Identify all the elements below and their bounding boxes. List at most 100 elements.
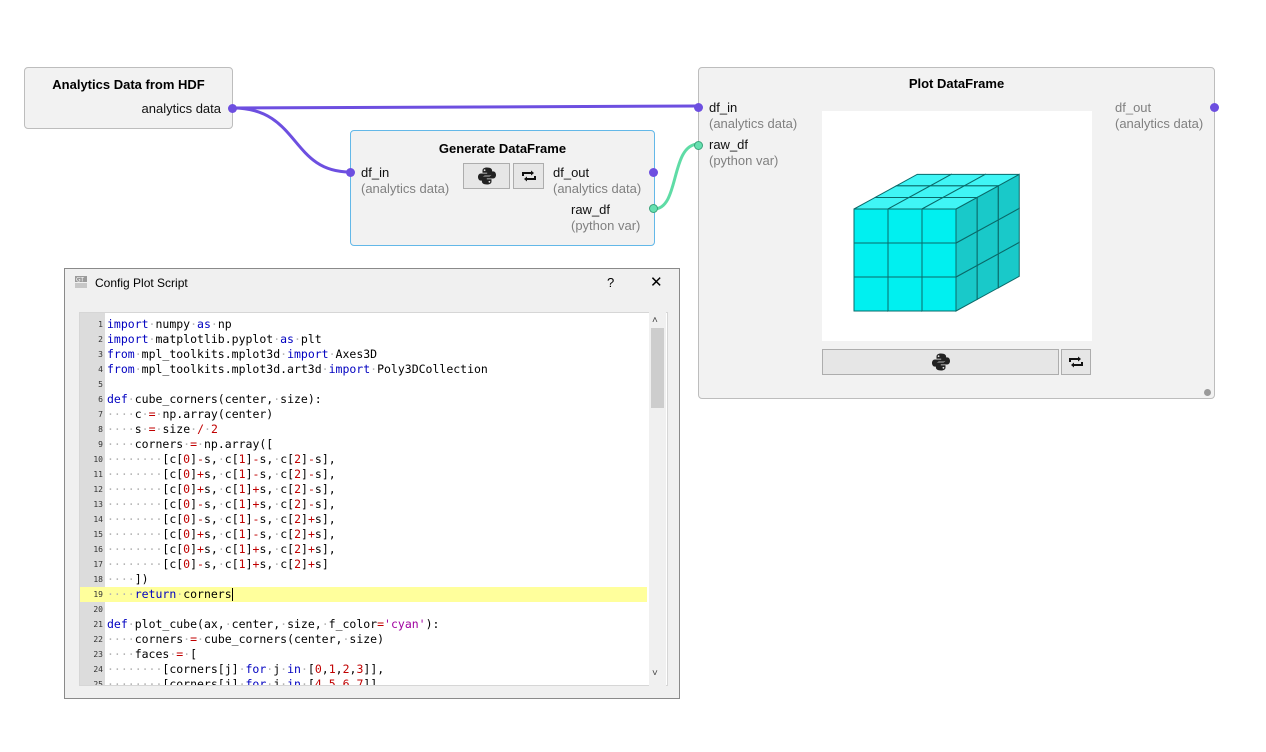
- code-line[interactable]: 2 import·matplotlib.pyplot·as·plt: [80, 332, 647, 347]
- line-number: 12: [93, 485, 103, 494]
- line-number: 24: [93, 665, 103, 674]
- app-icon: GT: [74, 275, 88, 289]
- generate-dataframe-node[interactable]: Generate DataFrame df_in (analytics data…: [346, 130, 658, 246]
- code-line[interactable]: 5: [80, 377, 647, 392]
- line-number: 9: [98, 440, 103, 449]
- code-line[interactable]: 19 ····return·corners: [80, 587, 647, 602]
- line-number: 14: [93, 515, 103, 524]
- plot-node-title: Plot DataFrame: [908, 76, 1005, 91]
- code-line[interactable]: 13 ········[c[0]-s,·c[1]+s,·c[2]-s],: [80, 497, 647, 512]
- plot-output-port[interactable]: [1210, 103, 1219, 112]
- analytics-data-node[interactable]: Analytics Data from HDF analytics data: [24, 67, 237, 129]
- wire-analytics-to-plot: [232, 104, 699, 110]
- generate-output-port[interactable]: [649, 168, 658, 177]
- refresh-icon: [1069, 356, 1083, 368]
- plot-python-button[interactable]: [822, 349, 1059, 375]
- code-line[interactable]: 3 from·mpl_toolkits.mplot3d·import·Axes3D: [80, 347, 647, 362]
- code-line[interactable]: 17 ········[c[0]-s,·c[1]+s,·c[2]+s]: [80, 557, 647, 572]
- line-number: 15: [93, 530, 103, 539]
- config-plot-script-dialog[interactable]: GT Config Plot Script ? ✕ 1 import·numpy·…: [64, 268, 680, 699]
- code-text: import·matplotlib.pyplot·as·plt: [107, 332, 322, 346]
- line-number: 20: [93, 605, 103, 614]
- cube-face: [921, 208, 957, 244]
- code-line[interactable]: 4 from·mpl_toolkits.mplot3d.art3d·import·…: [80, 362, 647, 377]
- line-number: 3: [98, 350, 103, 359]
- code-text: ····s·=·size·/·2: [107, 422, 218, 436]
- generate-in-label: df_in: [361, 165, 390, 180]
- generate-raw-type: (python var): [571, 218, 641, 233]
- plot-out-label: df_out: [1115, 100, 1152, 115]
- plot-input-port-df[interactable]: [694, 103, 703, 112]
- generate-input-port[interactable]: [346, 168, 355, 177]
- code-line[interactable]: 6 def·cube_corners(center,·size):: [80, 392, 647, 407]
- scroll-up-arrow[interactable]: ˄: [652, 315, 658, 326]
- code-line[interactable]: 14 ········[c[0]-s,·c[1]-s,·c[2]+s],: [80, 512, 647, 527]
- plot-in1-label: df_in: [709, 100, 738, 115]
- code-line[interactable]: 1 import·numpy·as·np: [80, 317, 647, 332]
- code-line[interactable]: 9 ····corners·=·np.array([: [80, 437, 647, 452]
- analytics-output-port[interactable]: [228, 104, 237, 113]
- code-line[interactable]: 12 ········[c[0]+s,·c[1]+s,·c[2]-s],: [80, 482, 647, 497]
- close-button[interactable]: ✕: [650, 273, 663, 291]
- code-text: ····c·=·np.array(center): [107, 407, 274, 421]
- code-text: ········[c[0]-s,·c[1]+s,·c[2]-s],: [107, 497, 336, 511]
- line-number: 10: [93, 455, 103, 464]
- cube-face: [921, 276, 957, 312]
- code-text: ····return·corners: [107, 587, 233, 601]
- line-number: 21: [93, 620, 103, 629]
- code-text: ····corners·=·np.array([: [107, 437, 274, 451]
- scroll-down-arrow[interactable]: ˅: [652, 668, 658, 679]
- generate-node-title: Generate DataFrame: [438, 141, 567, 156]
- code-line[interactable]: 7 ····c·=·np.array(center): [80, 407, 647, 422]
- line-number: 8: [98, 425, 103, 434]
- generate-python-button[interactable]: [463, 163, 510, 189]
- code-line[interactable]: 24 ········[corners[j]·for·j·in·[0,1,2,3]…: [80, 662, 647, 677]
- code-line[interactable]: 15 ········[c[0]+s,·c[1]-s,·c[2]+s],: [80, 527, 647, 542]
- code-line[interactable]: 22 ····corners·=·cube_corners(center,·siz…: [80, 632, 647, 647]
- vertical-scrollbar[interactable]: ˄ ˅: [649, 312, 666, 686]
- analytics-node-title: Analytics Data from HDF: [52, 77, 205, 92]
- code-line[interactable]: 10 ········[c[0]-s,·c[1]-s,·c[2]-s],: [80, 452, 647, 467]
- generate-refresh-button[interactable]: [513, 163, 544, 189]
- code-line[interactable]: 25 ········[corners[j]·for·j·in·[4,5,6,7]…: [80, 677, 647, 686]
- code-text: ········[corners[j]·for·j·in·[4,5,6,7]],: [107, 677, 385, 686]
- line-number: 5: [98, 380, 103, 389]
- cube-face: [921, 242, 957, 278]
- line-number: 4: [98, 365, 103, 374]
- code-text: import·numpy·as·np: [107, 317, 232, 331]
- cube-face: [853, 208, 889, 244]
- line-number: 7: [98, 410, 103, 419]
- code-line[interactable]: 21 def·plot_cube(ax,·center,·size,·f_colo…: [80, 617, 647, 632]
- cube-face: [887, 208, 923, 244]
- code-text: ····corners·=·cube_corners(center,·size): [107, 632, 385, 646]
- cube-plot: [853, 173, 1020, 312]
- cube-face: [853, 242, 889, 278]
- cube-face: [887, 276, 923, 312]
- scroll-thumb[interactable]: [651, 328, 664, 408]
- code-text: ····faces·=·[: [107, 647, 198, 661]
- code-text: from·mpl_toolkits.mplot3d.art3d·import·P…: [107, 362, 488, 376]
- plot-in2-label: raw_df: [709, 137, 749, 152]
- code-line[interactable]: 20: [80, 602, 647, 617]
- generate-raw-output-port[interactable]: [649, 204, 658, 213]
- generate-out-type: (analytics data): [553, 181, 642, 196]
- code-line[interactable]: 11 ········[c[0]+s,·c[1]-s,·c[2]-s],: [80, 467, 647, 482]
- help-button[interactable]: ?: [607, 275, 614, 290]
- code-line[interactable]: 23 ····faces·=·[: [80, 647, 647, 662]
- code-editor[interactable]: 1 import·numpy·as·np 2 import·matplotlib.py…: [79, 312, 668, 686]
- line-number: 25: [93, 680, 103, 686]
- python-icon: [477, 167, 496, 185]
- analytics-output-label: analytics data: [141, 101, 222, 116]
- code-text: ········[c[0]-s,·c[1]-s,·c[2]-s],: [107, 452, 336, 466]
- code-line[interactable]: 18 ····]): [80, 572, 647, 587]
- code-text: ········[c[0]+s,·c[1]+s,·c[2]+s],: [107, 542, 336, 556]
- resize-grip[interactable]: [1204, 389, 1211, 396]
- code-text: ········[c[0]-s,·c[1]-s,·c[2]+s],: [107, 512, 336, 526]
- code-line[interactable]: 8 ····s·=·size·/·2: [80, 422, 647, 437]
- wire-generate-to-plot: [653, 142, 699, 211]
- code-line[interactable]: 16 ········[c[0]+s,·c[1]+s,·c[2]+s],: [80, 542, 647, 557]
- plot-refresh-button[interactable]: [1061, 349, 1091, 375]
- svg-text:GT: GT: [76, 277, 84, 284]
- plot-input-port-raw[interactable]: [694, 141, 703, 150]
- plot-dataframe-node[interactable]: Plot DataFrame df_in (analytics data) ra…: [694, 67, 1219, 399]
